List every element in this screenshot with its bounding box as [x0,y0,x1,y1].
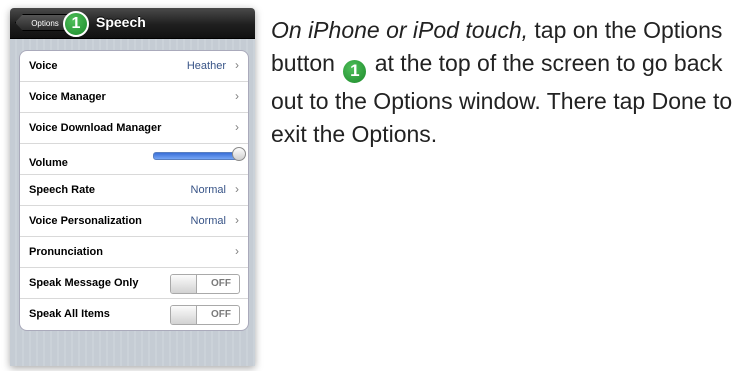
callout-marker: 1 [63,11,89,37]
speech-rate-value: Normal [190,184,226,196]
chevron-right-icon: › [235,182,239,196]
speak-all-items-label: Speak All Items [29,308,110,320]
navigation-bar: Options 1 Speech [10,8,255,39]
instructions-lead: On iPhone or iPod touch, [271,17,528,43]
chevron-right-icon: › [235,89,239,103]
callout-marker: 1 [341,58,369,85]
voice-download-manager-row[interactable]: Voice Download Manager › [20,113,248,144]
voice-personalization-row[interactable]: Voice Personalization Normal › [20,206,248,237]
toggle-state: OFF [211,278,231,289]
voice-manager-row[interactable]: Voice Manager › [20,82,248,113]
chevron-right-icon: › [235,213,239,227]
voice-manager-label: Voice Manager [29,91,106,103]
speech-settings-table: Voice Heather › Voice Manager › Voice Do… [19,50,249,331]
speak-message-only-label: Speak Message Only [29,277,139,289]
volume-slider-track[interactable] [153,152,240,160]
chevron-right-icon: › [235,244,239,258]
chevron-right-icon: › [235,58,239,72]
speak-message-only-toggle[interactable]: OFF [170,274,240,294]
pronunciation-label: Pronunciation [29,246,103,258]
voice-label: Voice [29,60,58,72]
volume-label: Volume [29,157,68,169]
pronunciation-row[interactable]: Pronunciation › [20,237,248,268]
speak-all-items-toggle[interactable]: OFF [170,305,240,325]
toggle-knob [171,275,197,293]
iphone-screen: Options 1 Speech Voice Heather › Voice M… [10,8,255,366]
page-title: Speech [96,14,146,30]
voice-download-manager-label: Voice Download Manager [29,122,162,134]
chevron-right-icon: › [235,120,239,134]
voice-row[interactable]: Voice Heather › [20,51,248,82]
voice-personalization-label: Voice Personalization [29,215,142,227]
volume-row: Volume [20,144,248,175]
voice-personalization-value: Normal [190,215,226,227]
speak-all-items-row: Speak All Items OFF [20,299,248,330]
instructions-text: On iPhone or iPod touch, tap on the Opti… [271,14,739,151]
speech-rate-row[interactable]: Speech Rate Normal › [20,175,248,206]
voice-value: Heather [186,60,226,72]
volume-slider-thumb[interactable] [232,147,246,161]
speak-message-only-row: Speak Message Only OFF [20,268,248,299]
toggle-state: OFF [211,309,231,320]
speech-rate-label: Speech Rate [29,184,96,196]
toggle-knob [171,306,197,324]
